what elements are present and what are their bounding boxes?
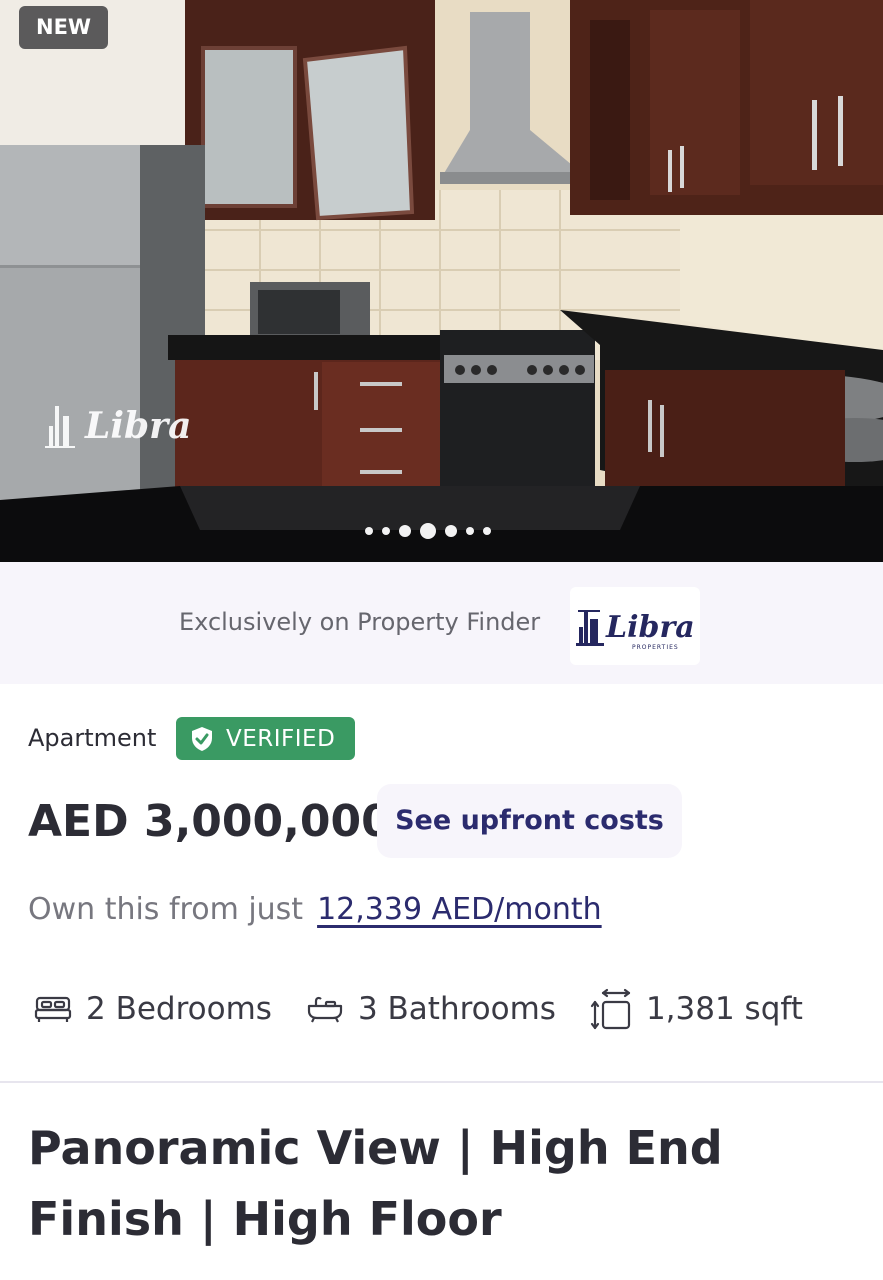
new-badge: NEW xyxy=(19,6,109,49)
shield-check-icon xyxy=(192,726,212,751)
listing-price: AED 3,000,000 xyxy=(28,796,392,847)
mortgage-line: Own this from just 12,339 AED/month xyxy=(28,892,602,927)
see-upfront-costs-button[interactable]: See upfront costs xyxy=(377,784,682,858)
kitchen-photo xyxy=(0,0,883,562)
monthly-payment-link[interactable]: 12,339 AED/month xyxy=(317,892,602,927)
verified-label: VERIFIED xyxy=(226,725,336,752)
libra-logo-icon: LibraPROPERTIES xyxy=(576,610,695,651)
bathrooms-label: 3 Bathrooms xyxy=(357,991,556,1027)
bed-icon xyxy=(34,996,72,1022)
exclusive-text: Exclusively on Property Finder xyxy=(179,608,541,636)
area-dimensions-icon xyxy=(590,988,631,1030)
feature-area: 1,381 sqft xyxy=(590,988,803,1030)
verified-badge[interactable]: VERIFIED xyxy=(176,717,355,760)
agency-logo[interactable]: Libra PROPERTIES xyxy=(570,587,700,665)
exclusive-banner: Exclusively on Property Finder Libra PROP… xyxy=(0,562,883,684)
pagination-dot-active[interactable] xyxy=(420,523,436,539)
area-label: 1,381 sqft xyxy=(645,991,803,1027)
listing-photo[interactable]: NEW Libra xyxy=(0,0,883,562)
listing-title: Panoramic View | High End Finish | High … xyxy=(28,1121,723,1246)
feature-bedrooms: 2 Bedrooms xyxy=(34,991,272,1027)
pagination-dot[interactable] xyxy=(382,527,390,535)
pagination-dot[interactable] xyxy=(483,527,491,535)
bedrooms-label: 2 Bedrooms xyxy=(86,991,272,1027)
pagination-dot[interactable] xyxy=(365,527,373,535)
pagination-dot[interactable] xyxy=(445,525,457,537)
bathtub-icon xyxy=(307,996,343,1023)
property-features: 2 Bedrooms 3 Bathrooms 1,381 sqft xyxy=(34,986,803,1032)
watermark-text: Libra xyxy=(84,405,191,447)
pagination-dot[interactable] xyxy=(399,525,411,537)
pagination-dot[interactable] xyxy=(466,527,474,535)
agency-logo-subtext: PROPERTIES xyxy=(632,644,679,651)
property-type: Apartment xyxy=(28,724,157,752)
agency-logo-text: Libra xyxy=(605,610,695,645)
mortgage-prefix: Own this from just xyxy=(28,892,304,927)
photo-pagination[interactable] xyxy=(365,521,491,541)
feature-bathrooms: 3 Bathrooms xyxy=(306,991,556,1027)
libra-watermark-logo: Libra xyxy=(45,405,191,448)
section-divider xyxy=(0,1081,883,1083)
